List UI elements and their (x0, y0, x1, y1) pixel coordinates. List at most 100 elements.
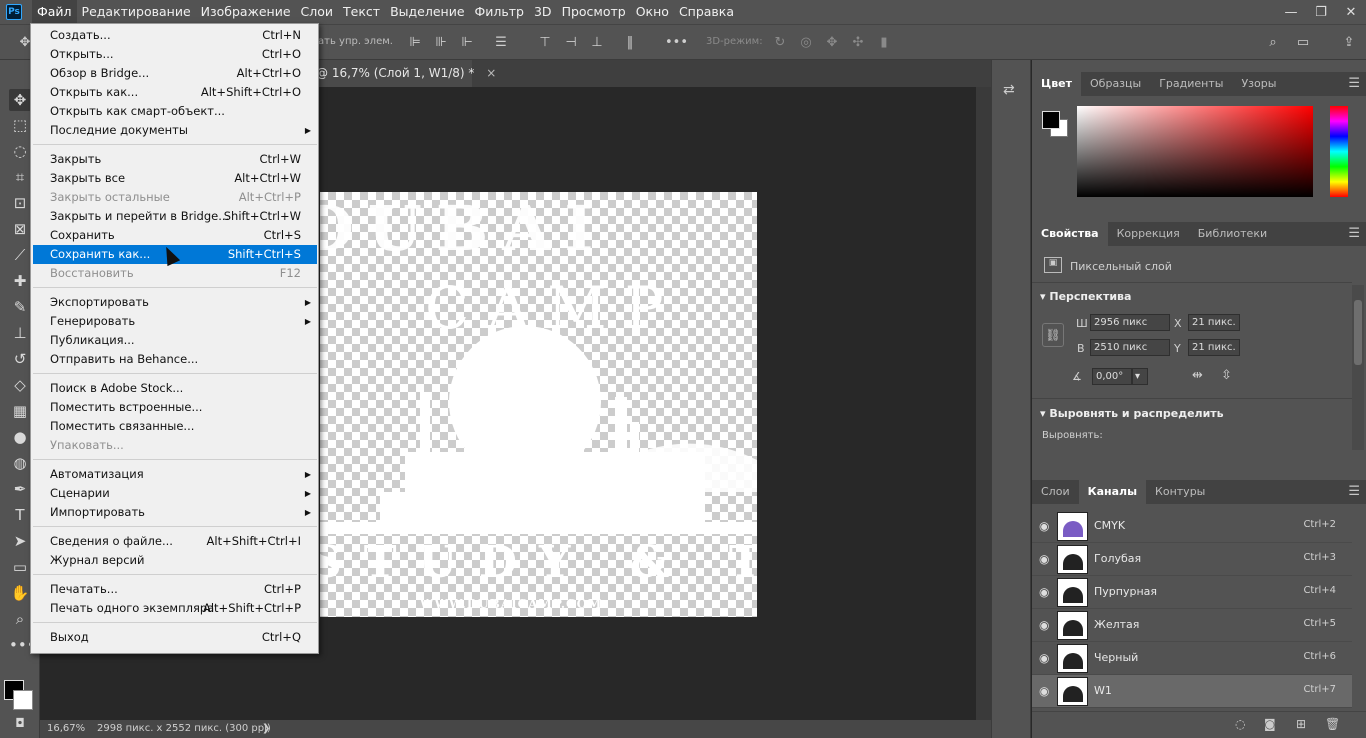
file-menu-item[interactable]: Поместить встроенные... (33, 398, 317, 417)
visibility-eye-icon[interactable]: ◉ (1039, 651, 1049, 665)
brush-tool-icon[interactable]: ✎ (9, 296, 31, 318)
file-menu-item[interactable]: Сведения о файле... Alt+Shift+Ctrl+I (33, 532, 317, 551)
menu-type[interactable]: Текст (338, 0, 385, 24)
tab-swatches[interactable]: Образцы (1081, 72, 1150, 96)
close-tab-icon[interactable]: × (486, 66, 496, 80)
edit-toolbar-icon[interactable]: ••• (9, 634, 36, 656)
channel-row[interactable]: ◉ Желтая Ctrl+5 (1032, 609, 1352, 642)
file-menu-item[interactable]: Журнал версий (33, 551, 317, 570)
canvas-vertical-scrollbar[interactable] (976, 87, 991, 720)
hue-slider[interactable] (1330, 106, 1348, 197)
menu-edit[interactable]: Редактирование (77, 0, 196, 24)
delete-channel-icon[interactable]: 🗑 (1325, 717, 1340, 731)
frame-tool-icon[interactable]: ⊠ (9, 218, 31, 240)
file-menu-item[interactable]: Поместить связанные... (33, 417, 317, 436)
tab-paths[interactable]: Контуры (1146, 480, 1214, 504)
file-menu-item[interactable]: Создать... Ctrl+N (33, 26, 317, 45)
file-menu-item[interactable]: Обзор в Bridge... Alt+Ctrl+O (33, 64, 317, 83)
menu-view[interactable]: Просмотр (557, 0, 631, 24)
menu-image[interactable]: Изображение (196, 0, 296, 24)
3d-roll-icon[interactable]: ◎ (797, 34, 815, 52)
angle-field[interactable]: 0,00° (1092, 368, 1132, 385)
channel-row[interactable]: ◉ W1 Ctrl+7 (1032, 675, 1352, 708)
angle-dropdown-icon[interactable]: ▾ (1132, 368, 1148, 385)
panel-menu-icon[interactable]: ☰ (1348, 222, 1360, 246)
crop-tool-icon[interactable]: ⊡ (9, 192, 31, 214)
file-menu-item[interactable]: Закрыть Ctrl+W (33, 150, 317, 169)
file-menu-item[interactable]: Закрыть и перейти в Bridge... Shift+Ctrl+… (33, 207, 317, 226)
zoom-tool-icon[interactable]: ⌕ (9, 608, 31, 630)
file-menu-item[interactable]: Открыть как смарт-объект... (33, 102, 317, 121)
marquee-tool-icon[interactable]: ⬚ (9, 114, 31, 136)
tab-color[interactable]: Цвет (1032, 72, 1082, 96)
rectangle-tool-icon[interactable]: ▭ (9, 556, 31, 578)
align-top-icon[interactable]: ⊤ (536, 34, 554, 52)
eraser-tool-icon[interactable]: ◇ (9, 374, 31, 396)
move-tool-icon[interactable]: ✥ (9, 89, 31, 111)
visibility-eye-icon[interactable]: ◉ (1039, 552, 1049, 566)
align-left-icon[interactable]: ⊫ (406, 34, 424, 52)
search-icon[interactable]: ⌕ (1264, 34, 1282, 52)
tab-libraries[interactable]: Библиотеки (1189, 222, 1276, 246)
file-menu-item[interactable]: Импортировать ▶ (33, 503, 317, 522)
3d-scale-icon[interactable]: ▮ (875, 34, 893, 52)
3d-pan-icon[interactable]: ✥ (823, 34, 841, 52)
more-options-icon[interactable]: ••• (665, 34, 688, 52)
visibility-eye-icon[interactable]: ◉ (1039, 618, 1049, 632)
healing-brush-tool-icon[interactable]: ✚ (9, 270, 31, 292)
file-menu-item[interactable]: Закрыть все Alt+Ctrl+W (33, 169, 317, 188)
save-selection-icon[interactable]: ◙ (1264, 717, 1276, 731)
file-menu-item[interactable]: Сохранить Ctrl+S (33, 226, 317, 245)
background-color-swatch[interactable] (13, 690, 33, 710)
workspace-icon[interactable]: ▭ (1294, 34, 1312, 52)
perspective-section[interactable]: ▾ Перспектива (1040, 290, 1131, 303)
channel-row[interactable]: ◉ Пурпурная Ctrl+4 (1032, 576, 1352, 609)
status-menu-arrow[interactable]: ❯ (262, 720, 270, 738)
panel-menu-icon[interactable]: ☰ (1348, 72, 1360, 96)
align-bottom-icon[interactable]: ⊥ (588, 34, 606, 52)
document-canvas[interactable]: DUBAI CAMP STUDY & TRAVEL WWW.DUBAICAMP.… (320, 192, 757, 617)
file-menu-item[interactable]: Печать одного экземпляра Alt+Shift+Ctrl+P (33, 599, 317, 618)
tab-channels[interactable]: Каналы (1078, 480, 1147, 504)
height-field[interactable]: 2510 пикс (1090, 339, 1170, 356)
file-menu-item[interactable]: Открыть как... Alt+Shift+Ctrl+O (33, 83, 317, 102)
flip-horizontal-icon[interactable]: ⇹ (1192, 368, 1203, 383)
tab-properties[interactable]: Свойства (1032, 222, 1108, 246)
file-menu-item[interactable]: Экспортировать ▶ (33, 293, 317, 312)
tab-gradients[interactable]: Градиенты (1150, 72, 1232, 96)
path-select-tool-icon[interactable]: ➤ (9, 530, 31, 552)
menu-select[interactable]: Выделение (385, 0, 469, 24)
zoom-level[interactable]: 16,67% (47, 720, 85, 738)
load-selection-icon[interactable]: ◌ (1235, 717, 1245, 731)
align-section[interactable]: ▾ Выровнять и распределить (1040, 407, 1224, 420)
menu-filter[interactable]: Фильтр (470, 0, 529, 24)
tab-patterns[interactable]: Узоры (1232, 72, 1285, 96)
type-tool-icon[interactable]: T (9, 504, 31, 526)
3d-slide-icon[interactable]: ✣ (849, 34, 867, 52)
menu-window[interactable]: Окно (631, 0, 674, 24)
file-menu-item[interactable]: Выход Ctrl+Q (33, 628, 317, 647)
tab-layers[interactable]: Слои (1032, 480, 1079, 504)
history-panel-icon[interactable]: ⇄ (1003, 82, 1015, 98)
menu-layers[interactable]: Слои (296, 0, 339, 24)
properties-scrollbar[interactable] (1352, 285, 1364, 450)
channel-row[interactable]: ◉ CMYK Ctrl+2 (1032, 510, 1352, 543)
visibility-eye-icon[interactable]: ◉ (1039, 585, 1049, 599)
eyedropper-tool-icon[interactable]: ⟋ (9, 244, 31, 266)
align-right-icon[interactable]: ⊩ (458, 34, 476, 52)
hand-tool-icon[interactable]: ✋ (9, 582, 31, 604)
blur-tool-icon[interactable]: ● (9, 426, 31, 448)
file-menu-item[interactable]: Автоматизация ▶ (33, 465, 317, 484)
file-menu-item[interactable]: Генерировать ▶ (33, 312, 317, 331)
gradient-tool-icon[interactable]: ▦ (9, 400, 31, 422)
file-menu-item[interactable]: Отправить на Behance... (33, 350, 317, 369)
file-menu-item[interactable]: Публикация... (33, 331, 317, 350)
history-brush-tool-icon[interactable]: ↺ (9, 348, 31, 370)
file-menu-item[interactable]: Печатать... Ctrl+P (33, 580, 317, 599)
color-panel-foreground[interactable] (1042, 111, 1060, 129)
close-window-button[interactable]: ✕ (1336, 0, 1366, 24)
file-menu-item[interactable]: Сценарии ▶ (33, 484, 317, 503)
lasso-tool-icon[interactable]: ◌ (9, 140, 31, 162)
distribute-icon[interactable]: ☰ (492, 34, 510, 52)
flip-vertical-icon[interactable]: ⇳ (1221, 368, 1232, 383)
